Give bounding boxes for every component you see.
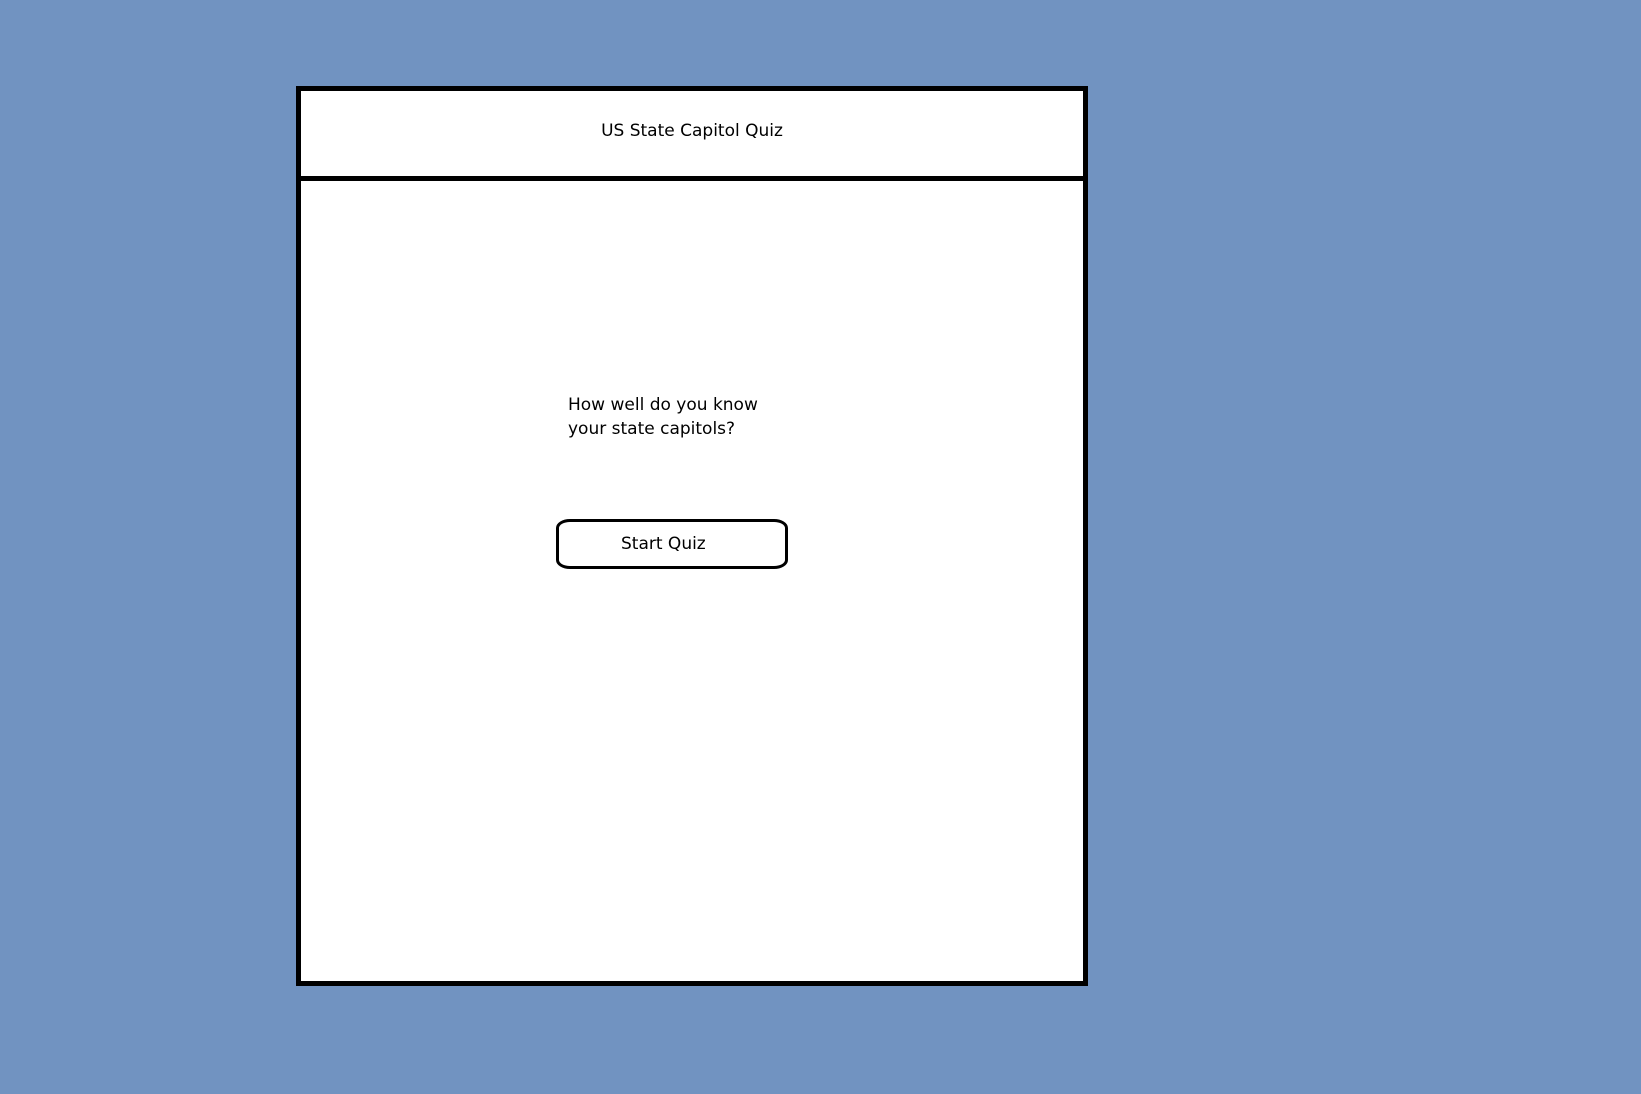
start-quiz-button[interactable]: Start Quiz bbox=[556, 519, 788, 569]
page-title: US State Capitol Quiz bbox=[601, 121, 783, 141]
header-bar: US State Capitol Quiz bbox=[301, 91, 1083, 181]
quiz-window: US State Capitol Quiz How well do you kn… bbox=[296, 86, 1088, 986]
start-quiz-button-label: Start Quiz bbox=[621, 534, 706, 554]
intro-line-1: How well do you know bbox=[568, 395, 758, 415]
intro-text: How well do you know your state capitols… bbox=[568, 393, 798, 441]
intro-line-2: your state capitols? bbox=[568, 419, 736, 439]
